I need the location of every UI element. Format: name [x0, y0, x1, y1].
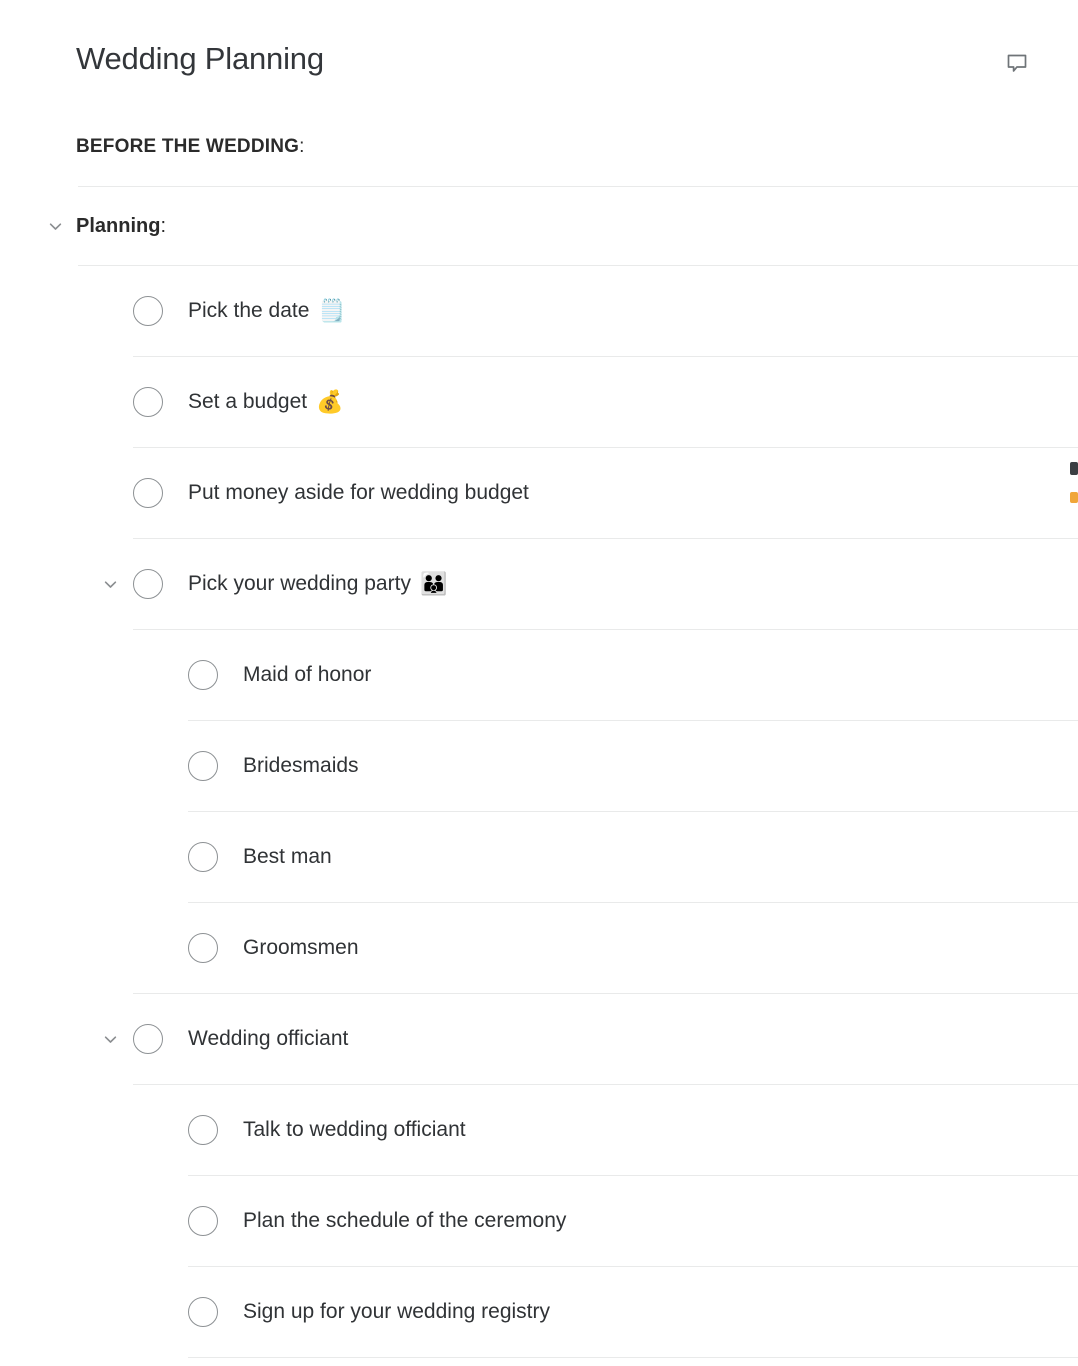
task-label: Talk to wedding officiant	[243, 1117, 466, 1141]
task-row[interactable]: Set a budget 💰	[0, 357, 1078, 447]
chevron-down-icon[interactable]	[42, 213, 68, 239]
row-action-icon[interactable]	[1070, 492, 1078, 503]
group-label-colon: :	[160, 214, 167, 237]
chevron-down-icon[interactable]	[97, 1026, 123, 1052]
task-checkbox[interactable]	[188, 660, 218, 690]
task-row[interactable]: Put money aside for wedding budget	[0, 448, 1078, 538]
task-label: Groomsmen	[243, 935, 359, 959]
comment-bubble-icon[interactable]	[1000, 46, 1034, 80]
task-label: Plan the schedule of the ceremony	[243, 1208, 567, 1232]
task-label-wrap: Pick your wedding party 👪	[188, 571, 447, 597]
task-label: Best man	[243, 844, 332, 868]
task-row[interactable]: Best man	[0, 812, 1078, 902]
task-label-wrap: Maid of honor	[243, 662, 371, 688]
task-label-wrap: Groomsmen	[243, 935, 359, 961]
task-label-wrap: Wedding officiant	[188, 1026, 348, 1052]
section-heading-label: BEFORE THE WEDDING	[76, 136, 300, 157]
task-label: Pick the date	[188, 298, 310, 322]
money-bag-emoji: 💰	[316, 389, 344, 414]
task-checkbox[interactable]	[188, 751, 218, 781]
task-label: Pick your wedding party	[188, 571, 411, 595]
task-checkbox[interactable]	[188, 1206, 218, 1236]
group-header-planning[interactable]: Planning:	[0, 187, 1078, 265]
task-label-wrap: Bridesmaids	[243, 753, 359, 779]
task-row[interactable]: Pick the date 🗒️	[0, 266, 1078, 356]
task-row[interactable]: Talk to wedding officiant	[0, 1085, 1078, 1175]
task-label-wrap: Best man	[243, 844, 332, 870]
task-row[interactable]: Wedding officiant	[0, 994, 1078, 1084]
section-heading-colon: :	[299, 136, 305, 157]
task-label-wrap: Plan the schedule of the ceremony	[243, 1208, 566, 1234]
task-label-wrap: Talk to wedding officiant	[243, 1117, 466, 1143]
task-checkbox[interactable]	[133, 296, 163, 326]
page-title: Wedding Planning	[76, 41, 324, 76]
document-header: Wedding Planning	[0, 0, 1078, 108]
task-row[interactable]: Plan the schedule of the ceremony	[0, 1176, 1078, 1266]
task-label: Set a budget	[188, 389, 308, 413]
task-list: Pick the date 🗒️ Set a budget 💰 Put money as…	[0, 266, 1078, 1358]
task-checkbox[interactable]	[133, 478, 163, 508]
task-label-wrap: Pick the date 🗒️	[188, 298, 346, 324]
family-emoji: 👪	[419, 571, 448, 596]
group-label: Planning	[76, 214, 161, 237]
task-row[interactable]: Maid of honor	[0, 630, 1078, 720]
task-row[interactable]: Groomsmen	[0, 903, 1078, 993]
row-action-icons-clipped[interactable]	[1064, 448, 1078, 538]
section-heading-before-the-wedding: BEFORE THE WEDDING:	[0, 108, 1078, 186]
task-label-wrap: Put money aside for wedding budget	[188, 480, 529, 506]
task-checkbox[interactable]	[188, 1115, 218, 1145]
chevron-down-icon[interactable]	[97, 571, 123, 597]
task-label: Sign up for your wedding registry	[243, 1299, 550, 1323]
task-checkbox[interactable]	[133, 569, 163, 599]
task-checkbox[interactable]	[188, 842, 218, 872]
task-row[interactable]: Bridesmaids	[0, 721, 1078, 811]
task-checkbox[interactable]	[133, 387, 163, 417]
task-label-wrap: Sign up for your wedding registry	[243, 1299, 550, 1325]
task-checkbox[interactable]	[133, 1024, 163, 1054]
spiral-notepad-emoji: 🗒️	[318, 298, 346, 323]
task-checkbox[interactable]	[188, 933, 218, 963]
separator	[188, 1357, 1078, 1358]
task-label-wrap: Set a budget 💰	[188, 389, 344, 415]
task-checkbox[interactable]	[188, 1297, 218, 1327]
row-action-icon[interactable]	[1070, 462, 1078, 475]
task-row[interactable]: Sign up for your wedding registry	[0, 1267, 1078, 1357]
task-label: Wedding officiant	[188, 1026, 349, 1050]
task-label: Maid of honor	[243, 662, 372, 686]
task-label: Put money aside for wedding budget	[188, 480, 529, 504]
task-row[interactable]: Pick your wedding party 👪	[0, 539, 1078, 629]
task-label: Bridesmaids	[243, 753, 359, 777]
